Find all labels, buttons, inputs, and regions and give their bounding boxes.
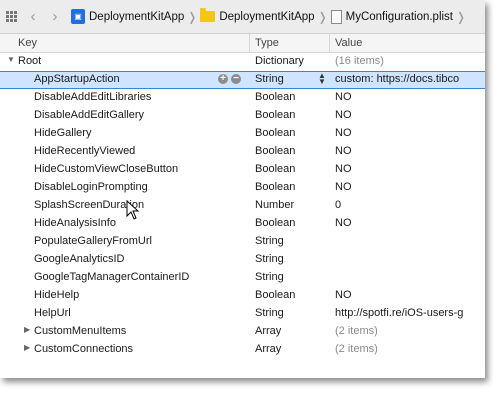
table-row[interactable]: ▶ CustomMenuItems Array (2 items) bbox=[0, 323, 485, 341]
row-value: NO bbox=[335, 127, 352, 139]
row-key: CustomMenuItems bbox=[34, 325, 127, 337]
row-type: Boolean bbox=[255, 181, 296, 193]
breadcrumb-separator: ❭ bbox=[187, 9, 198, 24]
row-value: NO bbox=[335, 91, 352, 103]
column-divider[interactable] bbox=[329, 34, 330, 52]
row-key: SplashScreenDuration bbox=[34, 199, 145, 211]
row-key: HideRecentlyViewed bbox=[34, 145, 136, 157]
row-key: CustomConnections bbox=[34, 343, 134, 355]
row-key: HideCustomViewCloseButton bbox=[34, 163, 179, 175]
row-key: GoogleTagManagerContainerID bbox=[34, 271, 190, 283]
row-type: Boolean bbox=[255, 127, 296, 139]
row-type: Array bbox=[255, 343, 282, 355]
row-type: Number bbox=[255, 199, 295, 211]
column-divider[interactable] bbox=[249, 34, 250, 52]
table-row[interactable]: DisableAddEditGallery Boolean NO bbox=[0, 107, 485, 125]
row-type: String bbox=[255, 307, 284, 319]
table-row[interactable]: AppStartupAction + − String ▲ ▼ custom: h… bbox=[0, 71, 485, 89]
row-type[interactable]: String bbox=[255, 73, 325, 85]
row-key: Root bbox=[18, 55, 42, 67]
row-value: (16 items) bbox=[335, 55, 384, 67]
row-key: HideGallery bbox=[34, 127, 92, 139]
breadcrumb-project[interactable]: ▣ DeploymentKitApp bbox=[71, 9, 184, 24]
column-value-header[interactable]: Value bbox=[335, 37, 362, 49]
table-row[interactable]: HideHelp Boolean NO bbox=[0, 287, 485, 305]
row-type: Boolean bbox=[255, 109, 296, 121]
table-row[interactable]: GoogleAnalyticsID String bbox=[0, 251, 485, 269]
row-value: NO bbox=[335, 163, 352, 175]
plist-rows: ▼ Root Dictionary (16 items) AppStartupA… bbox=[0, 53, 485, 359]
row-type: Boolean bbox=[255, 163, 296, 175]
row-type: String bbox=[255, 235, 284, 247]
table-row[interactable]: GoogleTagManagerContainerID String bbox=[0, 269, 485, 287]
row-key[interactable]: AppStartupAction bbox=[34, 73, 214, 85]
row-value: NO bbox=[335, 181, 352, 193]
folder-icon bbox=[200, 8, 216, 22]
row-key: DisableAddEditGallery bbox=[34, 109, 145, 121]
remove-icon[interactable]: − bbox=[231, 74, 241, 84]
table-row[interactable]: PopulateGalleryFromUrl String bbox=[0, 233, 485, 251]
disclosure-triangle-icon[interactable]: ▼ bbox=[7, 55, 15, 64]
row-type: Boolean bbox=[255, 91, 296, 103]
jump-bar: ‹ › ▣ DeploymentKitApp ❭ DeploymentKitAp… bbox=[0, 0, 485, 34]
table-row[interactable]: HideRecentlyViewed Boolean NO bbox=[0, 143, 485, 161]
project-icon: ▣ bbox=[71, 9, 85, 24]
row-key: PopulateGalleryFromUrl bbox=[34, 235, 152, 247]
breadcrumb-separator: ❭ bbox=[456, 9, 467, 24]
row-key: DisableLoginPrompting bbox=[34, 181, 148, 193]
row-type: String bbox=[255, 271, 284, 283]
grid-icon[interactable] bbox=[5, 10, 17, 23]
table-row[interactable]: HelpUrl String http://spotfi.re/iOS-user… bbox=[0, 305, 485, 323]
row-key: HideAnalysisInfo bbox=[34, 217, 116, 229]
row-value: NO bbox=[335, 145, 352, 157]
row-type: Boolean bbox=[255, 145, 296, 157]
forward-arrow-icon[interactable]: › bbox=[45, 7, 65, 27]
table-row[interactable]: SplashScreenDuration Number 0 bbox=[0, 197, 485, 215]
row-key: GoogleAnalyticsID bbox=[34, 253, 125, 265]
row-value: NO bbox=[335, 109, 352, 121]
table-row[interactable]: HideCustomViewCloseButton Boolean NO bbox=[0, 161, 485, 179]
breadcrumb-separator: ❭ bbox=[317, 9, 328, 24]
breadcrumb-group[interactable]: DeploymentKitApp bbox=[200, 8, 315, 23]
row-type: Boolean bbox=[255, 289, 296, 301]
plist-editor-window: ‹ › ▣ DeploymentKitApp ❭ DeploymentKitAp… bbox=[0, 0, 485, 378]
plist-file-icon bbox=[330, 9, 342, 24]
row-value: NO bbox=[335, 289, 352, 301]
breadcrumb-file-label: MyConfiguration.plist bbox=[345, 10, 454, 23]
mouse-cursor-icon bbox=[126, 200, 140, 220]
row-key: HelpUrl bbox=[34, 307, 71, 319]
row-type: Boolean bbox=[255, 217, 296, 229]
column-header: Key Type Value bbox=[0, 34, 485, 53]
row-value: NO bbox=[335, 217, 352, 229]
row-key: DisableAddEditLibraries bbox=[34, 91, 152, 103]
row-key: HideHelp bbox=[34, 289, 80, 301]
table-row-root[interactable]: ▼ Root Dictionary (16 items) bbox=[0, 53, 485, 71]
table-row[interactable]: DisableLoginPrompting Boolean NO bbox=[0, 179, 485, 197]
row-value: (2 items) bbox=[335, 325, 378, 337]
back-arrow-icon[interactable]: ‹ bbox=[23, 7, 43, 27]
table-row[interactable]: DisableAddEditLibraries Boolean NO bbox=[0, 89, 485, 107]
breadcrumb-file[interactable]: MyConfiguration.plist bbox=[330, 9, 454, 24]
row-value[interactable]: custom: https://docs.tibco bbox=[335, 73, 485, 85]
column-type-header[interactable]: Type bbox=[255, 37, 279, 49]
row-type: Dictionary bbox=[255, 55, 304, 67]
row-value: http://spotfi.re/iOS-users-g bbox=[335, 307, 464, 319]
add-icon[interactable]: + bbox=[218, 74, 228, 84]
table-row[interactable]: ▶ CustomConnections Array (2 items) bbox=[0, 341, 485, 359]
stepper-icon[interactable]: ▲ ▼ bbox=[318, 72, 326, 86]
breadcrumb-project-label: DeploymentKitApp bbox=[89, 10, 185, 23]
column-key-header[interactable]: Key bbox=[18, 37, 37, 49]
table-row[interactable]: HideAnalysisInfo Boolean NO bbox=[0, 215, 485, 233]
disclosure-triangle-icon[interactable]: ▶ bbox=[24, 343, 30, 352]
breadcrumb-group-label: DeploymentKitApp bbox=[219, 10, 315, 23]
row-type: String bbox=[255, 253, 284, 265]
table-row[interactable]: HideGallery Boolean NO bbox=[0, 125, 485, 143]
disclosure-triangle-icon[interactable]: ▶ bbox=[24, 325, 30, 334]
row-value: 0 bbox=[335, 199, 342, 211]
row-value: (2 items) bbox=[335, 343, 378, 355]
row-type: Array bbox=[255, 325, 282, 337]
